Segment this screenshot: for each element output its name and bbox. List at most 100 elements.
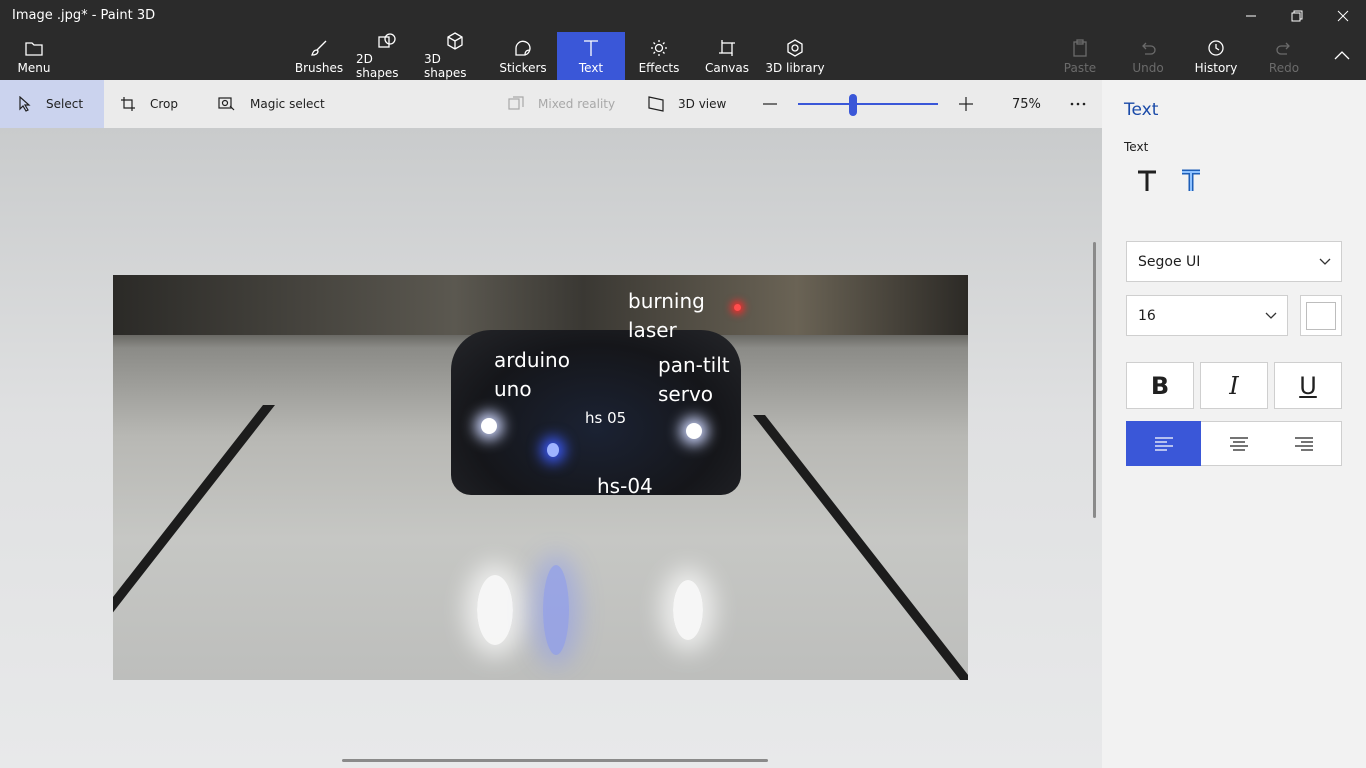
italic-button[interactable]: I: [1200, 362, 1268, 409]
stickers-label: Stickers: [499, 61, 547, 75]
bold-button[interactable]: B: [1126, 362, 1194, 409]
zoom-out-button[interactable]: [762, 80, 778, 128]
3d-library-button[interactable]: 3D library: [764, 32, 826, 80]
align-center-button[interactable]: [1201, 421, 1276, 466]
image-canvas[interactable]: burning laser arduino uno pan-tilt servo…: [113, 275, 968, 680]
2d-shapes-button[interactable]: 2D shapes: [356, 32, 418, 80]
align-right-icon: [1295, 436, 1313, 451]
text-color-button[interactable]: [1300, 295, 1342, 336]
2d-shapes-icon: [378, 33, 396, 48]
font-size-value: 16: [1138, 307, 1156, 324]
canvas-label: Canvas: [704, 61, 750, 75]
align-left-button[interactable]: [1126, 421, 1201, 466]
mixed-reality-button[interactable]: Mixed reality: [508, 80, 615, 128]
magic-select-button[interactable]: Magic select: [218, 80, 325, 128]
mixed-reality-label: Mixed reality: [538, 97, 616, 111]
photo-headlight-left: [481, 418, 497, 434]
select-button[interactable]: Select: [0, 80, 104, 128]
3d-view-button[interactable]: 3D view: [648, 80, 726, 128]
history-button[interactable]: History: [1192, 32, 1240, 80]
label-arduino-uno[interactable]: arduino uno: [494, 346, 570, 404]
3d-shapes-button[interactable]: 3D shapes: [424, 32, 486, 80]
redo-button[interactable]: Redo: [1264, 32, 1304, 80]
photo-laser-dot: [734, 304, 741, 311]
minus-icon: [763, 103, 777, 105]
color-swatch: [1306, 301, 1336, 330]
label-burning-laser[interactable]: burning laser: [628, 287, 705, 345]
more-icon: [1070, 102, 1086, 106]
paste-label: Paste: [1063, 61, 1097, 75]
align-right-button[interactable]: [1267, 421, 1342, 466]
redo-icon: [1276, 42, 1290, 55]
photo-background-wall: [113, 275, 968, 335]
horizontal-scrollbar[interactable]: [342, 759, 768, 762]
plus-icon: [959, 97, 973, 111]
effects-button[interactable]: Effects: [634, 32, 684, 80]
2d-text-button[interactable]: [1131, 166, 1163, 196]
history-label: History: [1194, 61, 1238, 75]
ribbon: Menu Brushes 2D shapes 3D shapes Sticker…: [0, 32, 1366, 80]
text-tool-button[interactable]: Text: [557, 32, 625, 80]
sticker-icon: [515, 40, 531, 56]
3d-library-label: 3D library: [765, 61, 825, 75]
text-label: Text: [578, 61, 604, 75]
cube-icon: [447, 32, 463, 50]
align-center-icon: [1229, 436, 1248, 451]
label-hs05[interactable]: hs 05: [585, 408, 626, 428]
window-title: Image .jpg* - Paint 3D: [12, 8, 156, 23]
zoom-slider-track[interactable]: [798, 103, 938, 105]
text-type-label: Text: [1124, 140, 1149, 154]
select-label: Select: [46, 97, 84, 111]
crop-button[interactable]: Crop: [120, 80, 178, 128]
clipboard-icon: [1073, 39, 1087, 57]
minimize-button[interactable]: [1228, 0, 1274, 32]
label-pan-tilt-servo[interactable]: pan-tilt servo: [658, 351, 730, 409]
paste-button[interactable]: Paste: [1060, 32, 1100, 80]
chevron-down-icon: [1319, 258, 1331, 265]
chevron-down-icon: [1265, 312, 1277, 319]
photo-floor-stripe-left: [113, 405, 275, 680]
3d-view-icon: [648, 96, 664, 112]
undo-icon: [1142, 42, 1156, 55]
zoom-in-button[interactable]: [958, 80, 974, 128]
photo-reflection-left: [477, 575, 513, 645]
text-icon: [584, 40, 598, 56]
cursor-icon: [19, 96, 31, 112]
3d-text-button[interactable]: [1175, 166, 1207, 196]
text-side-panel: Text Text Segoe UI 16 B I U: [1102, 80, 1366, 768]
close-button[interactable]: [1320, 0, 1366, 32]
stickers-button[interactable]: Stickers: [496, 32, 550, 80]
canvas-icon: [719, 40, 735, 56]
3d-view-label: 3D view: [678, 97, 727, 111]
zoom-level: 75%: [1012, 97, 1041, 112]
mixed-reality-icon: [508, 96, 524, 110]
font-dropdown[interactable]: Segoe UI: [1126, 241, 1342, 282]
collapse-ribbon-button[interactable]: [1322, 32, 1362, 80]
font-size-dropdown[interactable]: 16: [1126, 295, 1288, 336]
minimize-icon: [1246, 15, 1256, 17]
zoom-slider-thumb[interactable]: [848, 94, 857, 116]
vertical-scrollbar[interactable]: [1093, 242, 1096, 518]
canvas-button[interactable]: Canvas: [702, 32, 752, 80]
restore-icon: [1291, 10, 1303, 22]
folder-icon: [25, 42, 43, 56]
clock-icon: [1208, 40, 1224, 56]
photo-floor-stripe-right: [753, 415, 968, 680]
crop-label: Crop: [150, 97, 179, 111]
3d-shapes-label: 3D shapes: [424, 52, 467, 80]
2d-text-icon: [1138, 170, 1156, 191]
chevron-up-icon: [1334, 51, 1350, 60]
panel-title: Text: [1124, 100, 1159, 120]
label-hs04[interactable]: hs-04: [597, 472, 653, 501]
magic-select-icon: [218, 97, 235, 111]
menu-button[interactable]: Menu: [8, 32, 60, 80]
more-options-button[interactable]: [1070, 80, 1086, 128]
photo-blue-led: [547, 443, 559, 457]
3d-text-icon: [1182, 169, 1200, 191]
restore-button[interactable]: [1274, 0, 1320, 32]
undo-button[interactable]: Undo: [1128, 32, 1168, 80]
effects-label: Effects: [638, 61, 680, 75]
brushes-button[interactable]: Brushes: [294, 32, 344, 80]
underline-button[interactable]: U: [1274, 362, 1342, 409]
redo-label: Redo: [1268, 61, 1300, 75]
